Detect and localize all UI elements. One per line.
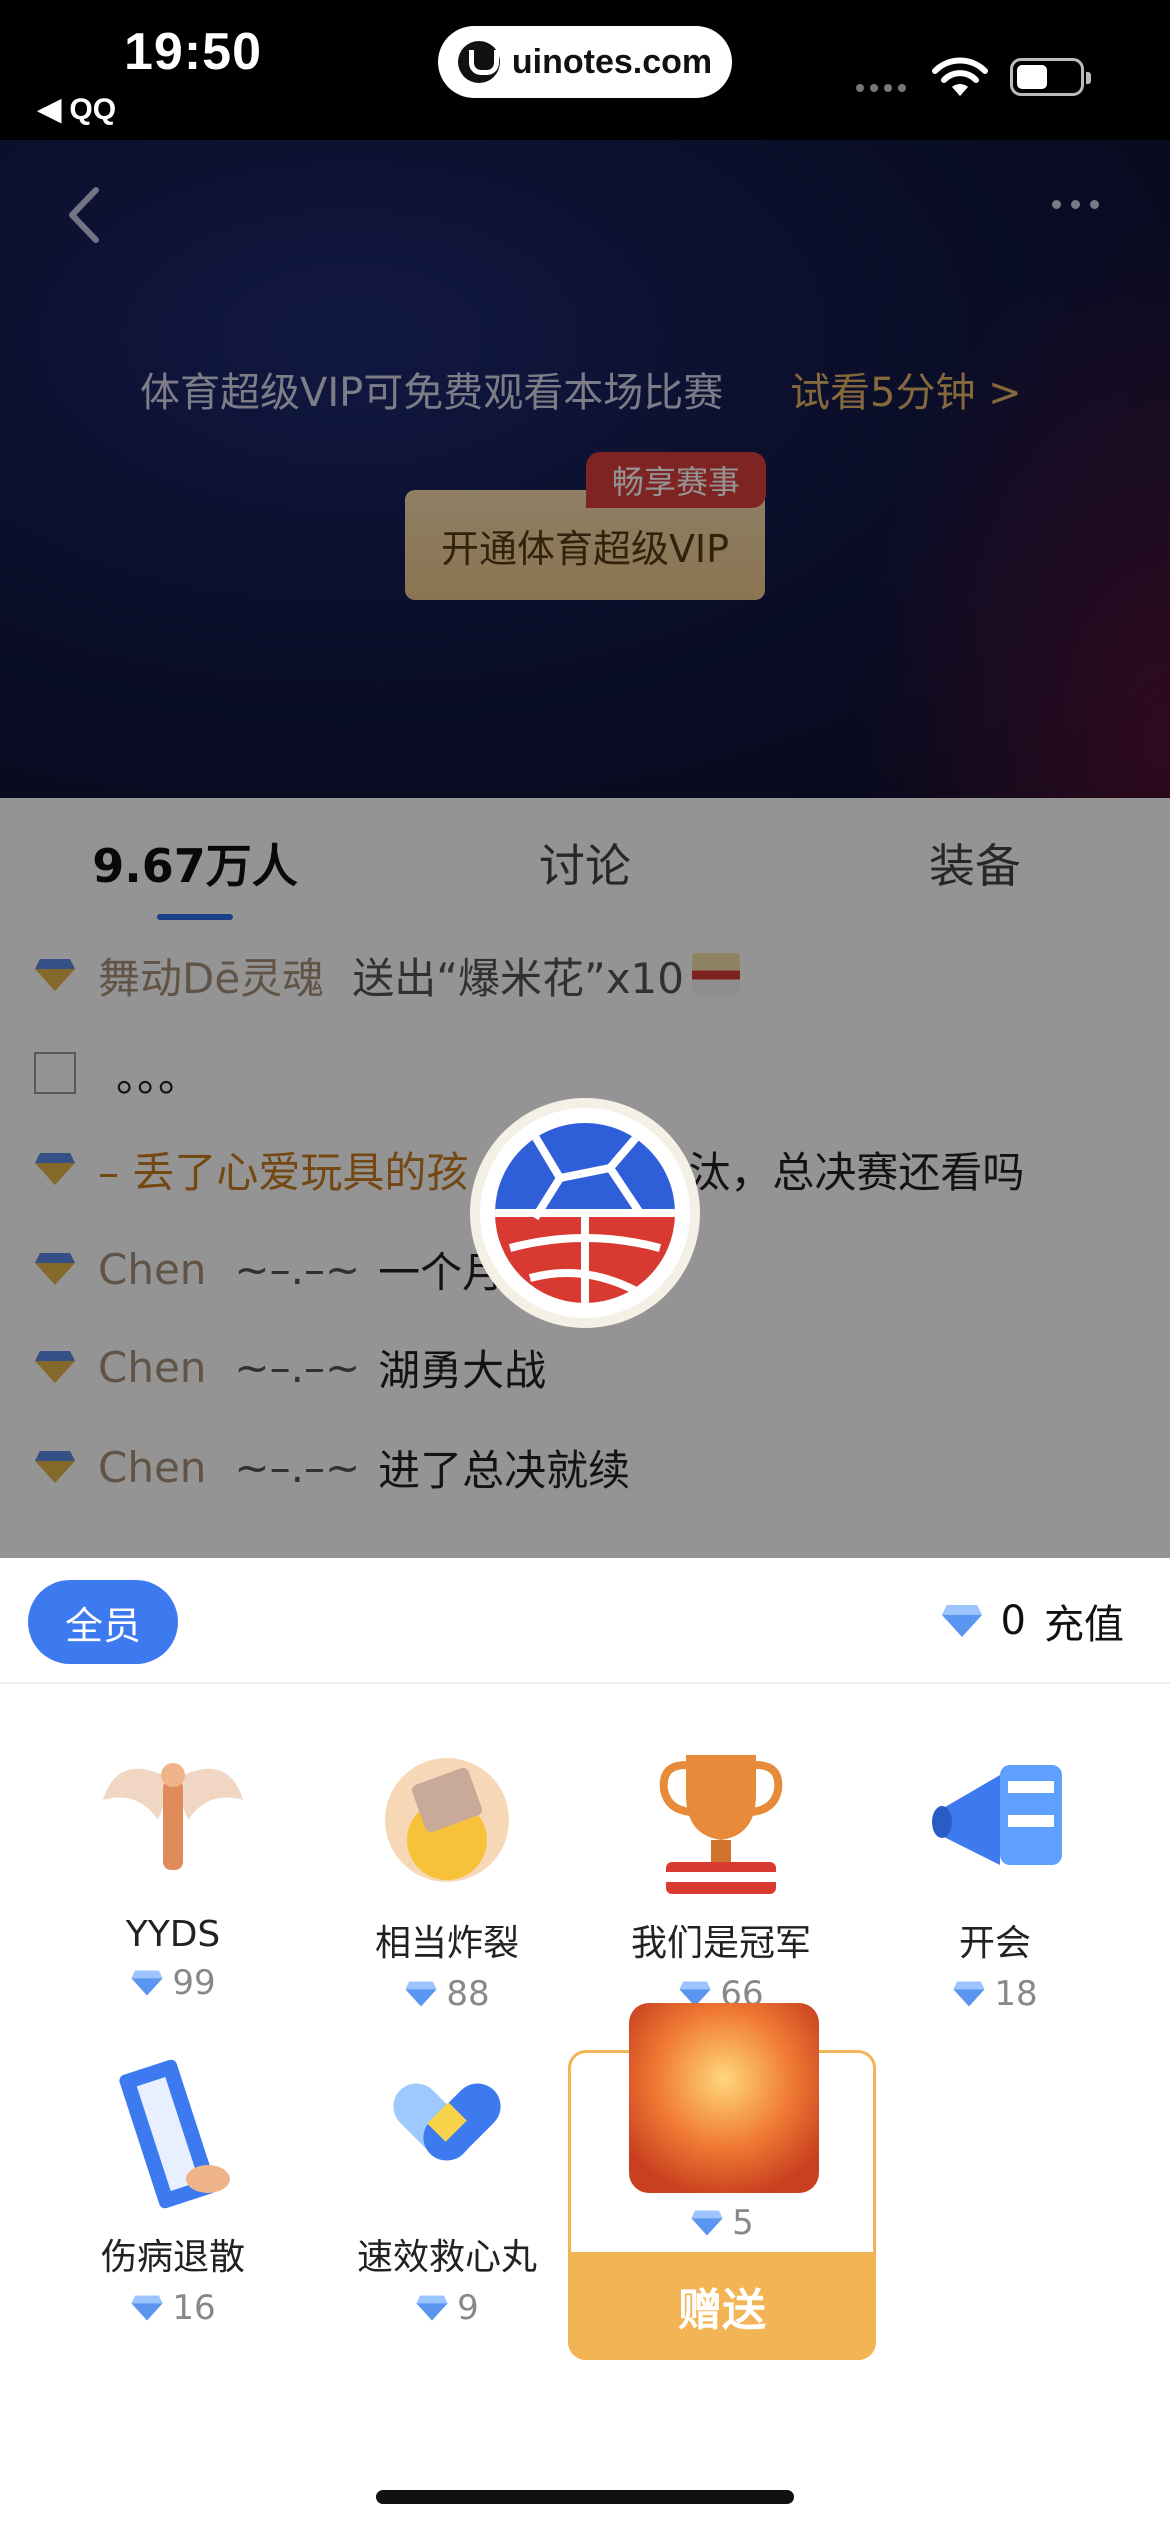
- diamond-icon: [405, 1981, 437, 2007]
- vip-diamond-icon: [35, 1253, 75, 1285]
- gift-price: 88: [322, 1974, 572, 2014]
- gift-item[interactable]: 我们是冠军 66: [596, 1740, 846, 2014]
- gift-item[interactable]: 开会 18: [870, 1740, 1120, 2014]
- chat-nickname[interactable]: Chen: [98, 1343, 206, 1392]
- popcorn-icon: [692, 953, 741, 997]
- chat-nickname-suffix: ~–.–~: [234, 1442, 361, 1492]
- vip-message: 体育超级VIP可免费观看本场比赛: [140, 370, 724, 416]
- tab-bar: 9.67万人 讨论 装备: [0, 798, 1170, 928]
- gift-price-value: 99: [172, 1963, 216, 2003]
- chat-text: 进了总决就续: [378, 1445, 631, 1495]
- tab-viewers[interactable]: 9.67万人: [0, 798, 390, 928]
- gift-price: 16: [48, 2288, 298, 2328]
- gift-price: 9: [322, 2288, 572, 2328]
- chat-nickname[interactable]: 舞动Dē灵魂: [98, 945, 324, 1006]
- gift-name: YYDS: [125, 1914, 221, 1955]
- gift-item[interactable]: 相当炸裂 88: [322, 1740, 572, 2014]
- gift-panel-header: 全员 0 充值: [0, 1558, 1170, 1684]
- chat-nickname[interactable]: – 丢了心爱玩具的孩: [98, 1139, 468, 1200]
- chat-message: Chen ~–.–~ 湖勇大战: [34, 1332, 546, 1402]
- trophy-icon: [641, 1740, 801, 1900]
- more-options-icon[interactable]: [1052, 200, 1099, 209]
- gift-name: 相当炸裂: [374, 1923, 519, 1964]
- gift-panel: 全员 0 充值 YYDS 99 相当炸裂 88 我们是冠军 66 开会 18 伤…: [0, 1558, 1170, 2532]
- megaphone-icon: [915, 1740, 1075, 1900]
- chat-message: 。。。: [34, 1038, 200, 1108]
- diamond-icon: [691, 2210, 723, 2236]
- send-gift-button[interactable]: 赠送: [568, 2252, 876, 2360]
- gift-name: 速效救心丸: [356, 2237, 537, 2278]
- back-arrow-icon[interactable]: [60, 180, 110, 250]
- url-text: uinotes.com: [511, 42, 713, 81]
- vip-badge: 畅享赛事: [586, 452, 766, 508]
- battery-icon: [1010, 58, 1091, 96]
- gift-item[interactable]: 速效救心丸 9: [322, 2054, 572, 2328]
- vip-diamond-icon: [35, 1351, 75, 1383]
- balance-amount: 0: [1000, 1598, 1026, 1644]
- chat-text: 送出“爆米花”x10: [352, 953, 685, 1003]
- trial-link[interactable]: 试看5分钟 >: [790, 360, 1022, 418]
- chat-nickname-suffix: ~–.–~: [234, 1342, 361, 1392]
- site-logo-icon: [457, 41, 500, 83]
- chat-message: 舞动Dē灵魂 送出“爆米花”x10: [34, 940, 741, 1010]
- fire-gift-icon: [629, 2003, 819, 2193]
- gift-price-value: 9: [457, 2288, 479, 2328]
- audience-selector-button[interactable]: 全员: [28, 1580, 178, 1664]
- gift-price: 5: [571, 2203, 873, 2243]
- diamond-icon: [131, 2295, 163, 2321]
- diamond-icon: [941, 1605, 982, 1637]
- status-time: 19:50: [124, 23, 262, 81]
- balance-area[interactable]: 0 充值: [941, 1592, 1124, 1650]
- chat-nickname[interactable]: Chen: [98, 1245, 206, 1294]
- vip-diamond-icon: [35, 1451, 75, 1483]
- chat-image-placeholder: [34, 1052, 76, 1094]
- gift-price-value: 18: [994, 1974, 1038, 2014]
- url-pill[interactable]: uinotes.com: [438, 26, 732, 98]
- tab-equipment[interactable]: 装备: [780, 798, 1170, 928]
- vip-diamond-icon: [35, 959, 75, 991]
- diamond-icon: [953, 1981, 985, 2007]
- video-player[interactable]: 体育超级VIP可免费观看本场比赛 试看5分钟 > 开通体育超级VIP 畅享赛事: [0, 140, 1170, 798]
- gift-item[interactable]: 伤病退散 16: [48, 2054, 298, 2328]
- gift-name: 伤病退散: [100, 2237, 245, 2278]
- pill-capsule-icon: [367, 2054, 527, 2214]
- chat-text: 。。。: [116, 1051, 201, 1101]
- gift-price-value: 5: [732, 2203, 754, 2243]
- home-indicator[interactable]: [376, 2490, 794, 2504]
- chat-message: Chen ~–.–~ 进了总决就续: [34, 1432, 630, 1502]
- recharge-link[interactable]: 充值: [1044, 1592, 1124, 1650]
- gift-name: 开会: [958, 1923, 1031, 1964]
- gift-price: 18: [870, 1974, 1120, 2014]
- wifi-icon: [932, 57, 988, 96]
- angel-wings-icon: [93, 1740, 253, 1900]
- talisman-icon: [93, 2054, 253, 2214]
- diamond-icon: [416, 2295, 448, 2321]
- chat-text: 淘汰，总决赛还看吗: [646, 1147, 1025, 1197]
- chat-text: 湖勇大战: [378, 1345, 547, 1395]
- vip-diamond-icon: [35, 1153, 75, 1185]
- explosion-icon: [367, 1740, 527, 1900]
- chat-nickname-suffix: ~–.–~: [234, 1244, 361, 1294]
- cellular-signal-icon: [856, 84, 906, 92]
- gift-name: 我们是冠军: [630, 1923, 811, 1964]
- tab-discussion[interactable]: 讨论: [390, 798, 780, 928]
- selected-gift-card[interactable]: 5 赠送: [568, 2003, 876, 2360]
- back-to-app-link[interactable]: ◀ QQ: [38, 92, 116, 127]
- gift-price: 99: [48, 1963, 298, 2003]
- gift-price-value: 88: [446, 1974, 490, 2014]
- diamond-icon: [131, 1970, 163, 1996]
- gift-item[interactable]: YYDS 99: [48, 1740, 298, 2003]
- chat-message: Chen ~–.–~ 一个月的: [34, 1234, 546, 1304]
- status-bar: 19:50 ◀ QQ uinotes.com: [0, 0, 1170, 140]
- chat-nickname[interactable]: Chen: [98, 1443, 206, 1492]
- loading-basketball-icon: [480, 1108, 690, 1318]
- gift-price-value: 16: [172, 2288, 216, 2328]
